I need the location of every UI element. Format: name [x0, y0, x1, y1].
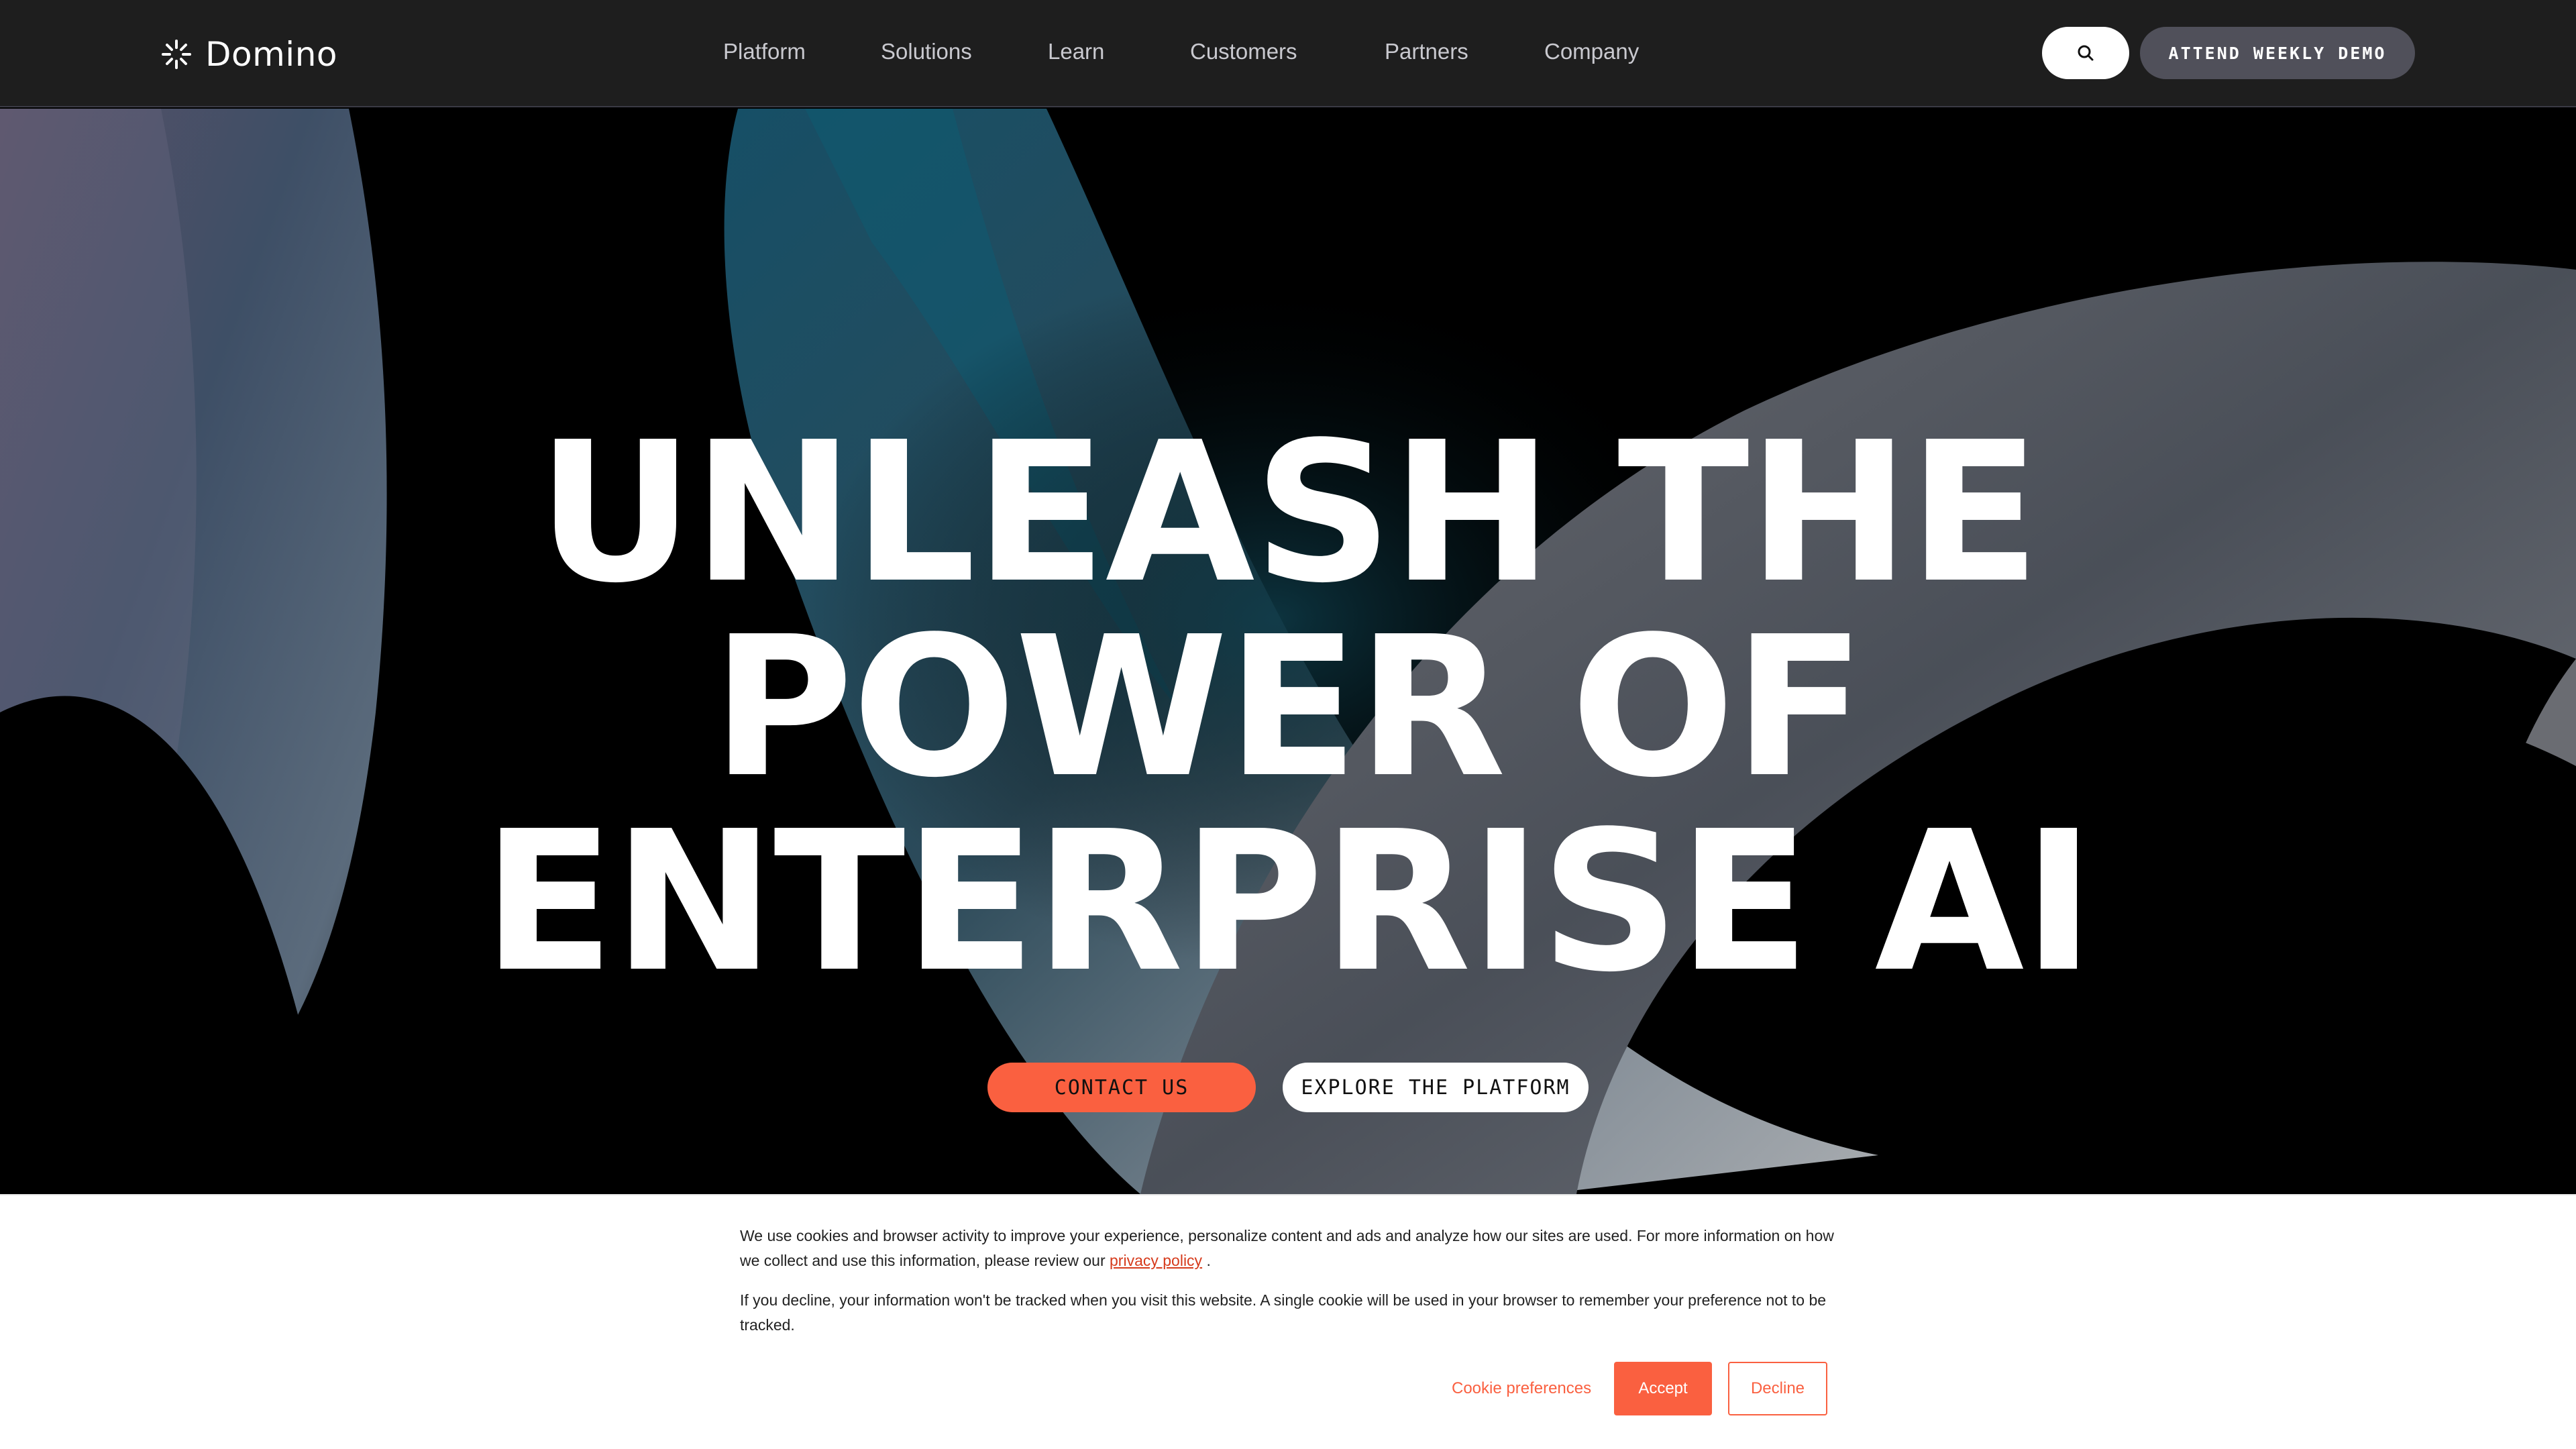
nav-item-platform[interactable]: Platform: [723, 39, 806, 64]
nav-item-customers[interactable]: Customers: [1190, 39, 1297, 64]
hero-section: UNLEASH THE POWER OF ENTERPRISE AI CONTA…: [0, 109, 2576, 1194]
nav-item-partners[interactable]: Partners: [1385, 39, 1468, 64]
contact-us-button[interactable]: CONTACT US: [987, 1063, 1256, 1112]
cookie-message-end: .: [1202, 1252, 1211, 1269]
cookie-consent-banner: We use cookies and browser activity to i…: [0, 1194, 2576, 1449]
nav-item-solutions[interactable]: Solutions: [881, 39, 972, 64]
nav-item-company[interactable]: Company: [1544, 39, 1639, 64]
cookie-message: We use cookies and browser activity to i…: [740, 1224, 1840, 1273]
cookie-message-text: We use cookies and browser activity to i…: [740, 1227, 1834, 1269]
hero-headline: UNLEASH THE POWER OF ENTERPRISE AI: [0, 416, 2576, 1000]
cookie-decline-notice: If you decline, your information won't b…: [740, 1291, 1827, 1334]
headline-line-1: UNLEASH THE: [537, 400, 2041, 625]
cookie-preferences-link[interactable]: Cookie preferences: [1452, 1362, 1591, 1415]
headline-line-3: ENTERPRISE AI: [482, 790, 2094, 1014]
explore-platform-button[interactable]: EXPLORE THE PLATFORM: [1283, 1063, 1589, 1112]
headline-line-2: POWER OF: [712, 595, 1866, 820]
attend-weekly-demo-button[interactable]: ATTEND WEEKLY DEMO: [2140, 27, 2415, 79]
decline-cookies-button[interactable]: Decline: [1728, 1362, 1827, 1415]
accept-cookies-button[interactable]: Accept: [1614, 1362, 1712, 1415]
privacy-policy-link[interactable]: privacy policy: [1110, 1252, 1202, 1269]
nav-item-learn[interactable]: Learn: [1048, 39, 1104, 64]
search-button[interactable]: [2042, 27, 2129, 79]
cookie-actions: Cookie preferences Accept Decline: [0, 1362, 2576, 1415]
search-icon: [2078, 45, 2094, 61]
top-navigation-bar: Domino Platform Solutions Learn Customer…: [0, 0, 2576, 107]
